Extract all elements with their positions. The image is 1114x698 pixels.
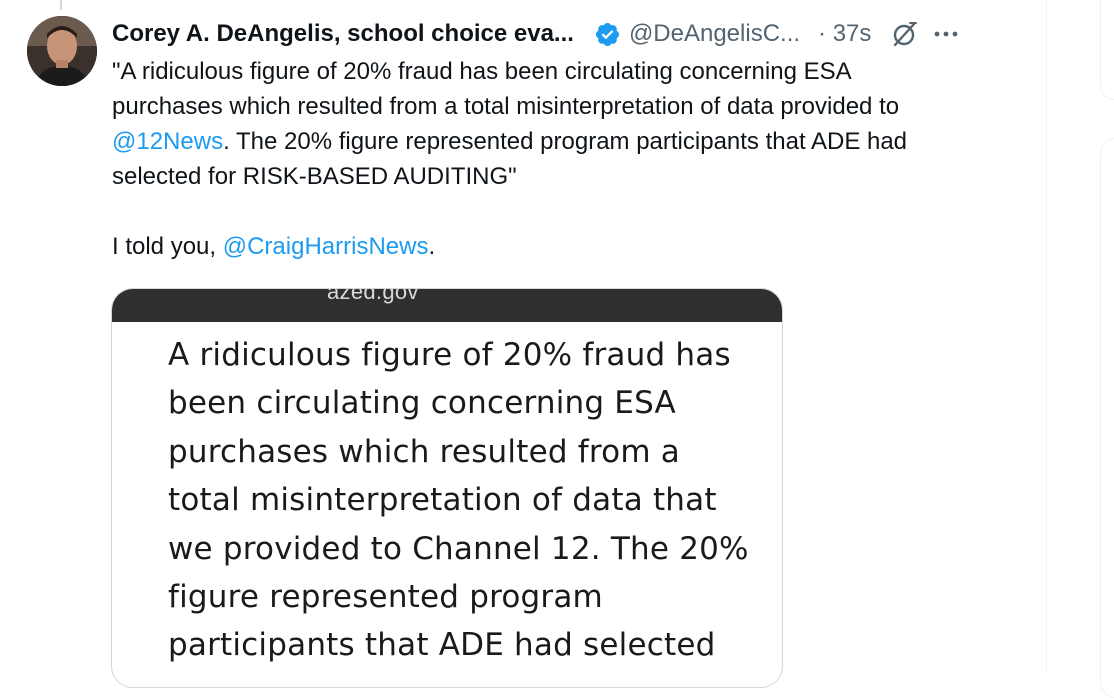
screenshot-text-line: been circulating concerning ESA <box>168 385 676 422</box>
tweet-text-segment: . The 20% figure represented program par… <box>223 128 908 155</box>
screenshot-text-line: A ridiculous figure of 20% fraud has <box>168 337 731 373</box>
screenshot-text-line: we provided to Channel 12. The 20% <box>168 530 749 567</box>
screenshot-text-line: total misinterpretation of data that <box>168 482 717 519</box>
sidebar-card-top <box>1100 0 1114 100</box>
verified-badge-icon[interactable] <box>594 21 621 48</box>
tweet-text-line: selected for RISK-BASED AUDITING" <box>112 163 517 190</box>
thread-connector-line <box>60 0 62 10</box>
screenshot-text-line: figure represented program <box>168 579 603 616</box>
mention-link-12news[interactable]: @12News <box>112 128 223 155</box>
author-handle[interactable]: @DeAngelisC... <box>629 20 800 48</box>
tweet-text-line: @12News. The 20% figure represented prog… <box>112 124 1022 159</box>
tweet-text-segment: I told you, <box>112 233 223 260</box>
author-display-name[interactable]: Corey A. DeAngelis, school choice eva... <box>112 20 574 48</box>
screenshot-text-line: purchases which resulted from a <box>168 433 680 470</box>
screenshot-text-line: participants that ADE had selected <box>168 627 716 664</box>
mention-link-craigharrisnews[interactable]: @CraigHarrisNews <box>223 233 429 260</box>
tweet-text-line: "A ridiculous figure of 20% fraud has be… <box>112 58 852 85</box>
tweet-text-segment: . <box>428 233 436 260</box>
avatar-photo <box>27 16 97 86</box>
screenshot-text: A ridiculous figure of 20% fraud has bee… <box>168 331 768 670</box>
browser-url-bar: azed.gov <box>112 289 782 322</box>
column-divider <box>1046 0 1047 674</box>
tweet-text-line: I told you, @CraigHarrisNews. <box>112 229 1022 264</box>
more-options-icon[interactable] <box>931 19 961 49</box>
tweet-body: Corey A. DeAngelis, school choice eva...… <box>112 14 1032 264</box>
tweet-timestamp[interactable]: · 37s <box>818 20 871 48</box>
browser-url-text: azed.gov <box>327 288 419 304</box>
sidebar-card-bottom <box>1100 138 1114 698</box>
tweet-text-line: purchases which resulted from a total mi… <box>112 93 900 120</box>
tweet-text: "A ridiculous figure of 20% fraud has be… <box>112 54 1022 264</box>
avatar[interactable] <box>27 16 97 86</box>
grok-icon[interactable] <box>889 19 919 49</box>
tweet-header: Corey A. DeAngelis, school choice eva...… <box>112 14 1032 54</box>
tweet-media-image[interactable]: azed.gov A ridiculous figure of 20% frau… <box>111 288 783 688</box>
